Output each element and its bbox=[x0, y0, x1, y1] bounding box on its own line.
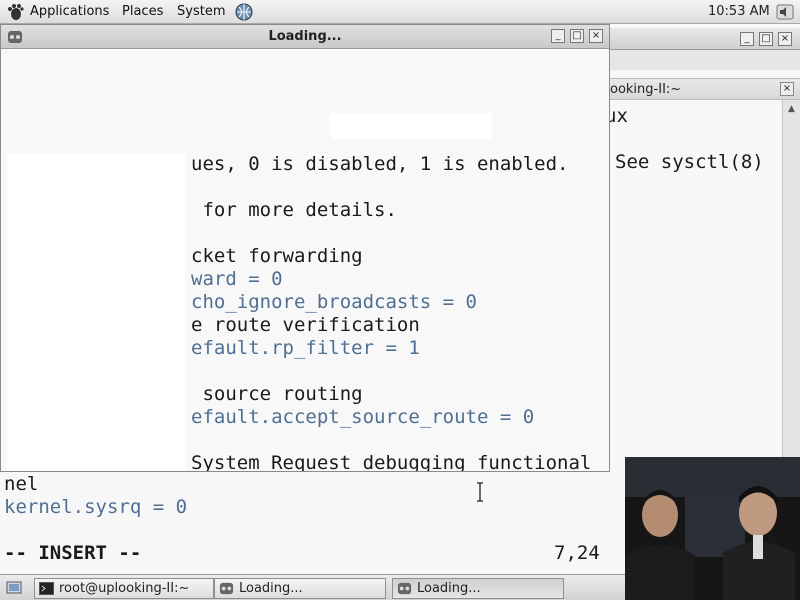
show-desktop-icon[interactable] bbox=[6, 580, 22, 596]
config-text-line: e route verification bbox=[191, 314, 420, 336]
blank-panel bbox=[7, 154, 185, 471]
config-text-line: efault.rp_filter = 1 bbox=[191, 337, 420, 359]
config-text-line: System Request debugging functional bbox=[191, 452, 592, 472]
minimize-icon[interactable]: _ bbox=[740, 32, 754, 46]
menu-places[interactable]: Places bbox=[122, 4, 163, 19]
maximize-icon[interactable]: □ bbox=[759, 32, 773, 46]
config-text-line: ues, 0 is disabled, 1 is enabled. bbox=[191, 153, 569, 175]
config-text-line: for more details. bbox=[191, 199, 397, 221]
maximize-icon[interactable]: □ bbox=[570, 29, 584, 43]
terminal-menubar bbox=[604, 50, 800, 70]
taskbar-item-loading[interactable]: Loading... bbox=[214, 578, 386, 599]
vim-mode-indicator: -- INSERT -- bbox=[4, 542, 142, 564]
network-icon[interactable] bbox=[234, 3, 254, 21]
clock[interactable]: 10:53 AM bbox=[708, 4, 770, 19]
window-menu-icon bbox=[219, 582, 234, 595]
minimize-icon[interactable]: _ bbox=[551, 29, 565, 43]
gnome-foot-icon[interactable] bbox=[6, 3, 24, 21]
config-text-line: efault.accept_source_route = 0 bbox=[191, 406, 535, 428]
config-text-line: cho_ignore_broadcasts = 0 bbox=[191, 291, 477, 313]
volume-icon[interactable] bbox=[776, 3, 794, 21]
taskbar-item-label: Loading... bbox=[417, 581, 481, 596]
terminal-titlebar[interactable]: _ □ × bbox=[604, 28, 800, 50]
terminal-tabbar: ooking-II:~ × bbox=[604, 78, 800, 100]
top-panel: Applications Places System 10:53 AM bbox=[0, 0, 800, 24]
tab-close-icon[interactable]: × bbox=[780, 82, 794, 96]
terminal-icon bbox=[39, 582, 54, 595]
taskbar-item-terminal[interactable]: root@uplooking-II:~ bbox=[34, 578, 214, 599]
terminal-text-line: nel bbox=[4, 473, 39, 495]
window-menu-icon bbox=[397, 582, 412, 595]
loading-window-titlebar[interactable]: Loading... _ □ × bbox=[1, 25, 609, 49]
blank-panel bbox=[330, 113, 492, 139]
config-text-line: source routing bbox=[191, 383, 363, 405]
taskbar-item-loading-active[interactable]: Loading... bbox=[392, 578, 564, 599]
window-title: Loading... bbox=[268, 29, 342, 44]
loading-window[interactable]: Loading... _ □ × ues, 0 is disabled, 1 i… bbox=[0, 24, 610, 472]
terminal-text-line: See sysctl(8) bbox=[615, 151, 764, 173]
webcam-overlay bbox=[625, 457, 800, 600]
vim-cursor-position: 7,24 bbox=[554, 542, 600, 564]
close-icon[interactable]: × bbox=[589, 29, 603, 43]
menu-applications[interactable]: Applications bbox=[30, 4, 109, 19]
terminal-tab-label[interactable]: ooking-II:~ bbox=[610, 82, 681, 97]
config-text-line: ward = 0 bbox=[191, 268, 283, 290]
config-text-line: cket forwarding bbox=[191, 245, 363, 267]
webcam-image bbox=[625, 457, 800, 600]
terminal-text-line: kernel.sysrq = 0 bbox=[4, 496, 188, 518]
taskbar-item-label: root@uplooking-II:~ bbox=[59, 581, 190, 596]
close-icon[interactable]: × bbox=[778, 32, 792, 46]
menu-system[interactable]: System bbox=[177, 4, 225, 19]
loading-window-body: ues, 0 is disabled, 1 is enabled. for mo… bbox=[1, 49, 609, 472]
taskbar-item-label: Loading... bbox=[239, 581, 303, 596]
text-cursor-icon bbox=[477, 482, 483, 502]
scroll-up-arrow-icon[interactable]: ▲ bbox=[783, 104, 800, 114]
